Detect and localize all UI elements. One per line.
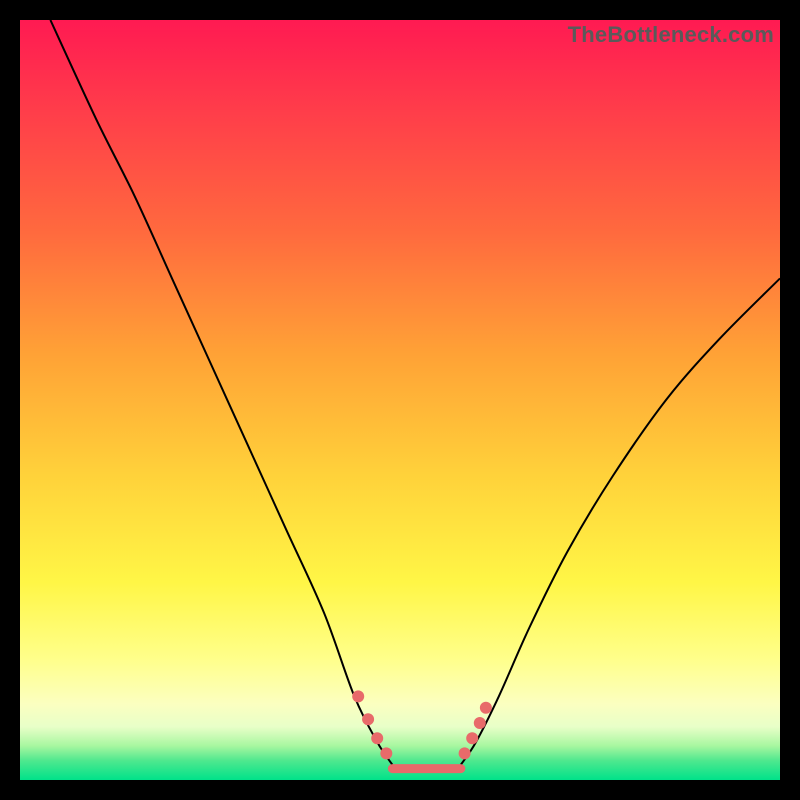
data-marker bbox=[480, 702, 492, 714]
chart-area: TheBottleneck.com bbox=[20, 20, 780, 780]
curve-left-branch bbox=[50, 20, 392, 765]
bottleneck-curve-plot bbox=[20, 20, 780, 780]
data-marker bbox=[371, 732, 383, 744]
curve-right-branch bbox=[461, 278, 780, 764]
data-marker bbox=[362, 713, 374, 725]
data-marker bbox=[466, 732, 478, 744]
data-marker bbox=[474, 717, 486, 729]
watermark-text: TheBottleneck.com bbox=[568, 22, 774, 48]
data-marker bbox=[380, 747, 392, 759]
data-marker bbox=[459, 747, 471, 759]
data-marker bbox=[352, 690, 364, 702]
